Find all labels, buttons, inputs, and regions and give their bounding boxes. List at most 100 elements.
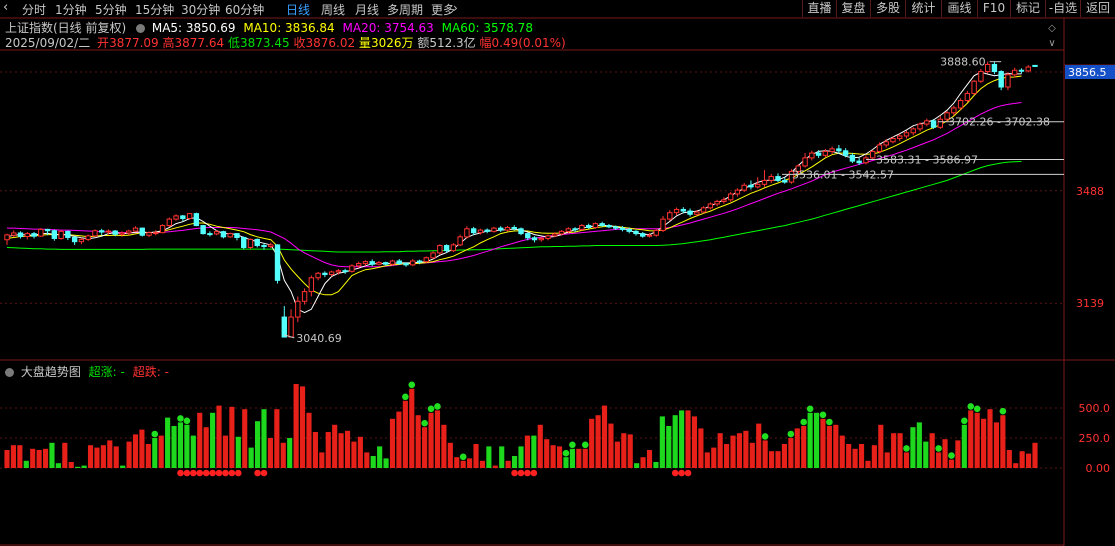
indicator-bar	[312, 432, 318, 468]
candle-body	[957, 100, 964, 109]
overbought-dot	[819, 411, 827, 419]
indicator-bar	[749, 442, 755, 468]
indicator-bar	[120, 465, 126, 468]
indicator-bar	[666, 426, 672, 468]
indicator-bar	[1026, 453, 1032, 468]
candle-body	[917, 123, 923, 130]
indicator-bar	[370, 456, 376, 468]
indicator-bar	[23, 460, 29, 468]
candle-body	[612, 226, 619, 229]
down-chevron-icon[interactable]: ∨	[1048, 38, 1055, 49]
indicator-bar	[736, 433, 743, 468]
oversold-dot	[530, 469, 538, 477]
candle-body	[105, 230, 112, 233]
indicator-bar	[640, 457, 646, 468]
overbought-dot	[948, 452, 955, 459]
indicator-bar	[113, 446, 119, 468]
oversold-dot	[183, 469, 191, 477]
candle-body	[680, 208, 687, 212]
indicator-bar	[216, 405, 222, 468]
candle-body	[78, 238, 85, 243]
candle-body	[51, 230, 58, 239]
candle-body	[173, 215, 179, 220]
indicator-bar	[177, 422, 184, 468]
candle-body	[984, 63, 991, 73]
overbought-dot	[903, 445, 910, 452]
indicator-bar	[280, 442, 286, 468]
indicator-bar	[479, 460, 486, 468]
candle-body	[1032, 64, 1038, 67]
indicator-bar	[993, 422, 1000, 468]
indicator-dot-icon[interactable]	[5, 368, 14, 377]
indicator-bar	[235, 436, 241, 468]
candle-body	[281, 316, 287, 338]
indicator-bar	[903, 452, 910, 468]
indicator-bar	[852, 448, 858, 468]
candle-body	[132, 227, 139, 232]
indicator-bar	[634, 463, 640, 468]
candle-body	[85, 235, 91, 240]
indicator-bar	[132, 434, 139, 468]
indicator-bar	[75, 466, 81, 468]
candle-body	[383, 262, 389, 265]
indicator-bar	[916, 422, 922, 468]
legend-down-value: -	[164, 365, 169, 379]
candle-body	[200, 225, 206, 235]
overbought-dot	[999, 407, 1007, 415]
indicator-bar	[299, 386, 306, 468]
indicator-bar	[627, 434, 633, 468]
indicator-bar	[319, 452, 325, 468]
indicator-axis-label: 500.0	[1079, 402, 1111, 415]
indicator-bar	[955, 440, 961, 468]
indicator-bar	[839, 435, 845, 468]
oversold-dot	[235, 469, 242, 477]
indicator-bar	[338, 433, 344, 468]
candle-body	[328, 271, 335, 276]
candle-body	[186, 213, 193, 219]
candle-body	[389, 260, 396, 265]
candle-body	[883, 141, 889, 146]
overbought-dot	[826, 418, 833, 426]
indicator-bar	[512, 456, 518, 468]
indicator-bar	[582, 448, 588, 468]
candle-body	[721, 199, 727, 202]
price-axis-label: 3139	[1076, 297, 1104, 310]
kline-chart[interactable]: ◇ ∨ 3856.5 3488 3139 3888.60 3040.69 3702.26 - …	[0, 0, 1115, 546]
indicator-bar	[646, 450, 653, 468]
candle-body	[477, 229, 484, 234]
indicator-bar	[756, 423, 762, 468]
legend-down-label: 超跌:	[132, 365, 161, 379]
candle-body	[139, 227, 145, 236]
overbought-dot	[761, 433, 769, 440]
indicator-bar	[184, 424, 190, 468]
candle-body	[98, 230, 105, 233]
candle-body	[809, 152, 815, 159]
candle-body	[768, 176, 774, 181]
candle-body	[213, 231, 220, 235]
candle-body	[1018, 69, 1025, 72]
indicator-bar	[396, 411, 402, 468]
indicator-bar	[1000, 415, 1006, 468]
oversold-dot	[190, 469, 197, 477]
indicator-bar	[724, 444, 730, 468]
candle-body	[261, 245, 267, 248]
oversold-dot	[215, 469, 223, 477]
indicator-bar	[460, 460, 466, 468]
indicator-bar	[794, 428, 800, 468]
indicator-bar	[518, 446, 524, 468]
oversold-dot	[202, 469, 210, 477]
candle-body	[829, 148, 835, 152]
indicator-bar	[601, 405, 608, 468]
indicator-bar	[672, 415, 678, 468]
indicator-bar	[781, 444, 787, 468]
indicator-bar	[30, 448, 36, 468]
indicator-bar	[775, 451, 781, 468]
candle-body	[849, 154, 856, 162]
indicator-bar	[858, 444, 865, 468]
diamond-icon[interactable]: ◇	[1048, 23, 1056, 34]
indicator-bar	[492, 465, 498, 468]
overbought-dot	[581, 441, 589, 449]
indicator-bar	[158, 435, 164, 468]
overbought-dot	[562, 449, 570, 457]
candle-body	[295, 300, 301, 318]
